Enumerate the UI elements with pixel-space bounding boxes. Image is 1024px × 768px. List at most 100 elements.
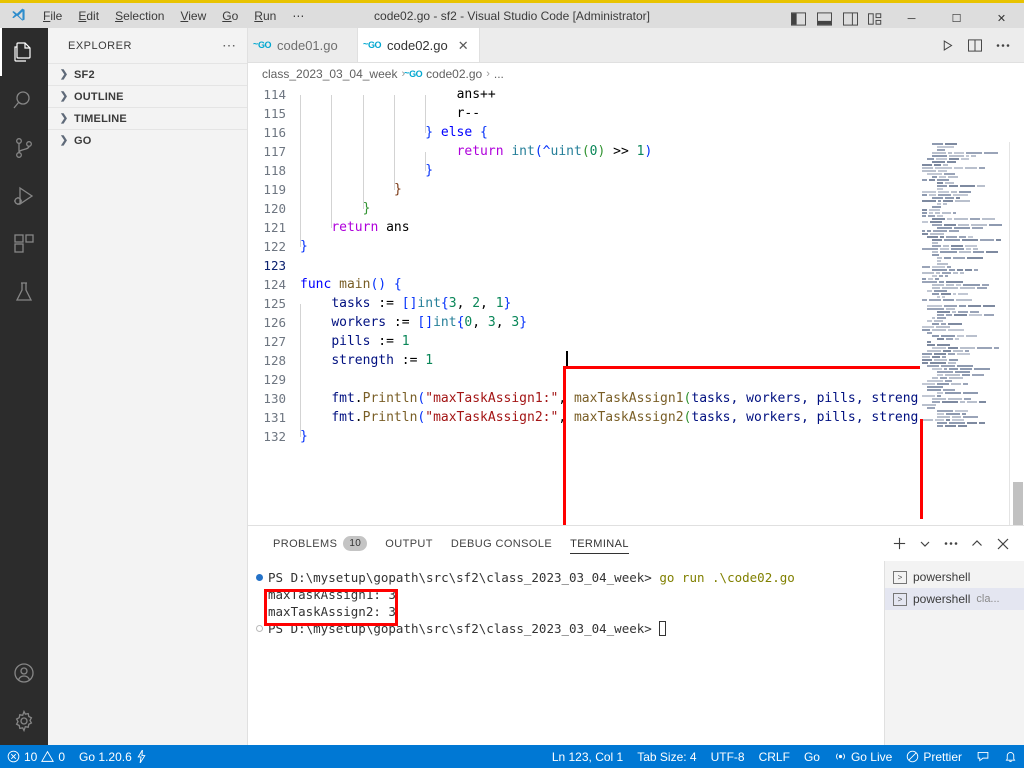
code-line[interactable]: 124 func main() {: [248, 275, 1024, 294]
status-tab-size[interactable]: Tab Size: 4: [630, 745, 703, 768]
line-number: 120: [263, 201, 286, 216]
code-line[interactable]: 116 } else {: [248, 123, 1024, 152]
status-go-live[interactable]: Go Live: [827, 745, 899, 768]
sidebar-more-actions-icon[interactable]: ⋯: [222, 37, 237, 54]
status-prettier[interactable]: Prettier: [899, 745, 969, 768]
terminal-list-item-powershell-1[interactable]: > powershell: [885, 566, 1024, 588]
split-editor-icon[interactable]: [962, 32, 988, 58]
editor-tab-code01[interactable]: GO code01.go: [248, 28, 358, 62]
terminal-output[interactable]: PS D:\mysetup\gopath\src\sf2\class_2023_…: [248, 561, 884, 746]
code-line[interactable]: 126 workers := []int{0, 3, 3}: [248, 313, 1024, 342]
code-line[interactable]: 127 pills := 1: [248, 332, 1024, 361]
status-problems[interactable]: 10 0: [0, 745, 72, 768]
line-number: 127: [263, 334, 286, 349]
menu-item-more[interactable]: ⋯: [285, 6, 311, 26]
panel-actions: [888, 533, 1024, 555]
activitybar-bottom-items: [0, 649, 48, 745]
code-text: }: [300, 182, 402, 209]
panel-tab-output[interactable]: OUTPUT: [376, 526, 442, 561]
chevron-right-icon: ❯: [59, 113, 69, 124]
line-number: 125: [263, 296, 286, 311]
code-line[interactable]: 125 tasks := []int{3, 2, 1}: [248, 294, 1024, 323]
close-icon[interactable]: ✕: [458, 39, 469, 52]
gear-icon[interactable]: [0, 697, 48, 745]
activitybar-item-search[interactable]: [0, 76, 48, 124]
status-eol[interactable]: CRLF: [752, 745, 797, 768]
code-line[interactable]: 117 return int(^uint(0) >> 1): [248, 142, 1024, 171]
menu-item-edit[interactable]: Edit: [71, 6, 106, 26]
ellipsis-icon[interactable]: [990, 32, 1016, 58]
code-line[interactable]: 129: [248, 370, 1024, 399]
menu-item-file[interactable]: File: [36, 6, 69, 26]
status-language-mode[interactable]: Go: [797, 745, 827, 768]
menu-item-selection[interactable]: Selection: [108, 6, 171, 26]
breadcrumb-item-symbol[interactable]: ...: [494, 67, 504, 81]
panel-tab-debug-console[interactable]: DEBUG CONSOLE: [442, 526, 561, 561]
status-feedback[interactable]: [969, 745, 997, 768]
sidebar-item-sf2[interactable]: ❯ SF2: [48, 63, 247, 85]
line-number: 116: [263, 125, 286, 140]
close-icon[interactable]: [992, 533, 1014, 555]
menu-bar[interactable]: File Edit Selection View Go Run ⋯: [36, 6, 311, 26]
ellipsis-icon[interactable]: [940, 533, 962, 555]
code-line[interactable]: 114 ans++: [248, 85, 1024, 114]
chevron-down-icon[interactable]: [914, 533, 936, 555]
breadcrumb-item-folder[interactable]: class_2023_03_04_week: [262, 67, 397, 81]
problems-count-badge: 10: [343, 536, 368, 551]
menu-item-run[interactable]: Run: [247, 6, 283, 26]
activitybar-item-extensions[interactable]: [0, 220, 48, 268]
plus-icon[interactable]: [888, 533, 910, 555]
sidebar-item-go[interactable]: ❯ GO: [48, 129, 247, 151]
code-text: }: [300, 429, 308, 444]
code-line[interactable]: 119 }: [248, 180, 1024, 209]
status-bar: 10 0 Go 1.20.6 Ln 123, Col 1 Tab Size: 4…: [0, 745, 1024, 768]
activitybar-item-explorer[interactable]: [0, 28, 48, 76]
code-line[interactable]: 118 }: [248, 161, 1024, 190]
status-notifications[interactable]: [997, 745, 1024, 768]
sidebar-item-timeline[interactable]: ❯ TIMELINE: [48, 107, 247, 129]
minimap[interactable]: [920, 142, 1010, 525]
menu-item-go[interactable]: Go: [215, 6, 245, 26]
code-line[interactable]: 123: [248, 256, 1024, 275]
vertical-scrollbar-thumb[interactable]: [1013, 482, 1023, 525]
line-number: 123: [263, 258, 286, 273]
code-text: [300, 372, 331, 399]
account-icon[interactable]: [0, 649, 48, 697]
code-line[interactable]: 128 strength := 1: [248, 351, 1024, 380]
line-number: 122: [263, 239, 286, 254]
editor-tab-code02[interactable]: GO code02.go ✕: [358, 28, 480, 62]
vscode-logo-icon: [0, 3, 34, 28]
status-cursor-position[interactable]: Ln 123, Col 1: [545, 745, 630, 768]
vertical-scrollbar[interactable]: [1010, 142, 1024, 525]
status-encoding[interactable]: UTF-8: [704, 745, 752, 768]
panel-tab-terminal[interactable]: TERMINAL: [561, 526, 638, 561]
editor-group: GO code01.go GO code02.go ✕ class_2023_0…: [248, 28, 1024, 525]
go-file-icon: GO: [404, 68, 423, 79]
terminal-list-item-powershell-2[interactable]: > powershell cla...: [885, 588, 1024, 610]
panel-tab-problems[interactable]: PROBLEMS 10: [264, 526, 376, 561]
chevron-up-icon[interactable]: [966, 533, 988, 555]
code-line[interactable]: 130 fmt.Println("maxTaskAssign1:", maxTa…: [248, 389, 1024, 418]
status-bar-right: Ln 123, Col 1 Tab Size: 4 UTF-8 CRLF Go …: [545, 745, 1024, 768]
line-number: 117: [263, 144, 286, 159]
code-line[interactable]: 132}: [248, 427, 1024, 446]
code-line[interactable]: 131 fmt.Println("maxTaskAssign2:", maxTa…: [248, 408, 1024, 437]
feedback-icon: [976, 750, 990, 763]
code-line[interactable]: 121 return ans: [248, 218, 1024, 247]
code-line[interactable]: 122}: [248, 237, 1024, 256]
breadcrumb-item-file[interactable]: code02.go: [426, 67, 482, 81]
sidebar: EXPLORER ⋯ ❯ SF2 ❯ OUTLINE ❯ TIMELINE ❯ …: [48, 28, 248, 745]
status-go-version[interactable]: Go 1.20.6: [72, 745, 154, 768]
play-icon[interactable]: [934, 32, 960, 58]
activitybar-item-source-control[interactable]: [0, 124, 48, 172]
activitybar-item-run-and-debug[interactable]: [0, 172, 48, 220]
menu-item-view[interactable]: View: [173, 6, 213, 26]
line-number: 115: [263, 106, 286, 121]
sidebar-item-outline[interactable]: ❯ OUTLINE: [48, 85, 247, 107]
terminal-line: PS D:\mysetup\gopath\src\sf2\class_2023_…: [256, 569, 884, 586]
activitybar-item-testing[interactable]: [0, 268, 48, 316]
code-line[interactable]: 120 }: [248, 199, 1024, 228]
code-text: }: [300, 201, 371, 228]
code-line[interactable]: 115 r--: [248, 104, 1024, 133]
code-editor[interactable]: 114 ans++ 115 r-- 116 } else {117 return i…: [248, 85, 1024, 525]
